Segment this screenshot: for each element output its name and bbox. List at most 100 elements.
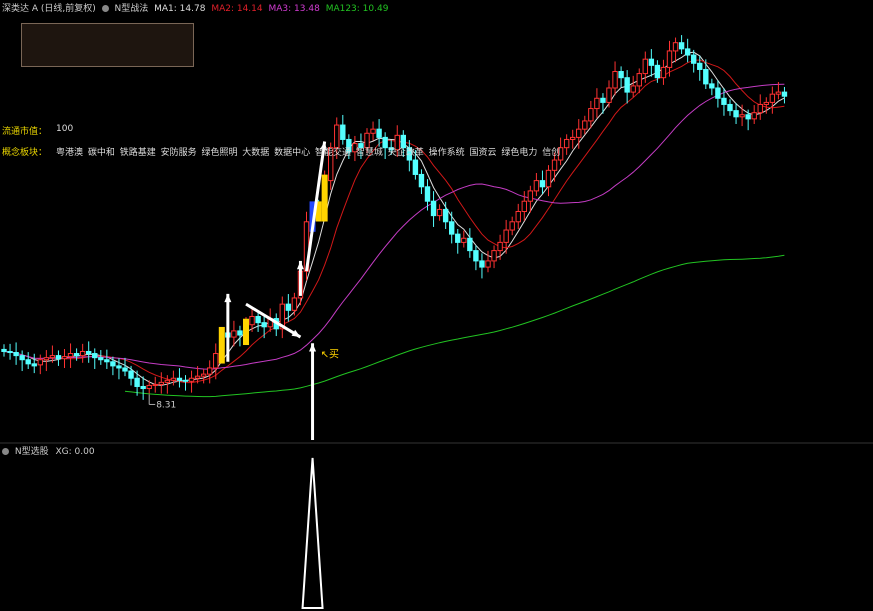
candle-body — [110, 361, 116, 367]
sub-indicator-dot-icon[interactable] — [2, 448, 9, 455]
candle-body — [636, 73, 642, 87]
indicator-dot-icon[interactable] — [101, 5, 109, 12]
signal-bar — [218, 326, 225, 364]
signal-bar — [243, 318, 249, 346]
candle-body — [200, 373, 207, 377]
candle-body — [86, 350, 92, 355]
candle-body — [430, 200, 437, 217]
candle-body — [128, 370, 134, 379]
candle-body — [751, 112, 757, 120]
candle-body — [188, 377, 195, 382]
candle-body — [727, 103, 733, 112]
candle-body — [570, 136, 576, 140]
market-cap-value: 100 — [56, 124, 74, 134]
candle-body — [576, 128, 582, 138]
candle-body — [612, 71, 618, 89]
candle-body — [594, 97, 600, 110]
candle-body — [376, 128, 382, 138]
candle-body — [7, 350, 13, 354]
candle-body — [207, 367, 213, 375]
candle-body — [1, 348, 7, 352]
candle-body — [194, 375, 201, 379]
candle-body — [666, 50, 673, 68]
candle-body — [213, 353, 219, 369]
candle-body — [249, 315, 255, 326]
candle-body — [37, 359, 43, 366]
candle-body — [715, 87, 721, 99]
candle-body — [630, 85, 636, 93]
candle-body — [781, 91, 788, 97]
candle-body — [122, 367, 128, 372]
candle-body — [642, 58, 648, 75]
ma2-value: MA2: 14.14 — [211, 4, 263, 14]
candle-body — [497, 241, 503, 252]
candle-body — [436, 208, 443, 217]
candle-body — [703, 68, 709, 85]
stock-title: 深类达 A (日线,前复权) — [2, 4, 96, 14]
signal-bar — [321, 174, 328, 222]
ma3-value: MA3: 13.48 — [268, 4, 320, 14]
candle-body — [104, 359, 110, 363]
ma1-line — [3, 51, 785, 386]
candle-body — [442, 208, 449, 223]
candle-body — [672, 42, 679, 52]
candle-body — [709, 83, 715, 89]
market-cap-label: 流通市值： — [2, 127, 48, 137]
sub-panel-name[interactable]: N型选股 — [15, 447, 49, 457]
candle-body — [606, 87, 612, 103]
candle-body — [485, 260, 491, 268]
ma123-line — [124, 254, 785, 398]
candle-body — [285, 303, 292, 311]
candle-body — [588, 108, 594, 122]
candle-body — [79, 350, 86, 357]
candle-body — [648, 58, 655, 66]
candle-body — [763, 101, 769, 105]
candle-body — [370, 128, 376, 134]
xg-spike — [301, 457, 324, 609]
candle-body — [455, 233, 461, 243]
candle-body — [412, 159, 419, 175]
candle-body — [461, 237, 467, 243]
candle-body — [769, 93, 776, 103]
candle-body — [739, 114, 745, 118]
concept-label: 概念板块： — [2, 148, 48, 158]
up-arrow-main-head — [309, 343, 317, 352]
candle-body — [49, 355, 56, 359]
candle-body — [551, 159, 558, 171]
candle-body — [539, 180, 546, 188]
candle-body — [515, 211, 521, 223]
candle-body — [449, 221, 455, 235]
candle-body — [291, 297, 298, 311]
stock-chart[interactable]: 8.31 ↖买 — [0, 0, 873, 611]
chart-header: 深类达 A (日线,前复权) N型战法 MA1: 14.78 MA2: 14.1… — [2, 1, 391, 14]
candle-body — [146, 384, 152, 390]
candle-body — [424, 186, 431, 202]
candle-body — [55, 355, 62, 360]
candle-body — [92, 353, 98, 359]
concept-value: 粤港澳 碳中和 铁路基建 安防服务 绿色照明 大数据 数据中心 智能交通 智慧城… — [56, 148, 561, 158]
candle-body — [527, 190, 534, 202]
sub-panel-header: N型选股 XG: 0.00 — [2, 444, 95, 457]
candle-body — [73, 353, 80, 357]
candle-body — [255, 315, 261, 324]
ma3-line — [3, 83, 785, 370]
candle-body — [158, 381, 165, 385]
indicator-name[interactable]: N型战法 — [115, 4, 149, 14]
candle-body — [98, 357, 104, 361]
candle-body — [563, 138, 570, 149]
candle-body — [170, 377, 177, 381]
low-price-label: 8.31 — [156, 400, 176, 410]
candle-body — [418, 173, 425, 188]
candle-body — [697, 62, 703, 70]
candle-body — [43, 357, 50, 361]
candle-body — [19, 355, 25, 361]
candle-body — [733, 110, 739, 118]
xg-value: XG: 0.00 — [55, 447, 95, 457]
candle-body — [134, 377, 140, 387]
candle-body — [521, 200, 527, 213]
candle-body — [503, 229, 509, 243]
ma2-line — [3, 59, 785, 384]
candle-body — [684, 48, 691, 56]
candle-body — [757, 103, 763, 114]
candle-body — [140, 385, 146, 390]
